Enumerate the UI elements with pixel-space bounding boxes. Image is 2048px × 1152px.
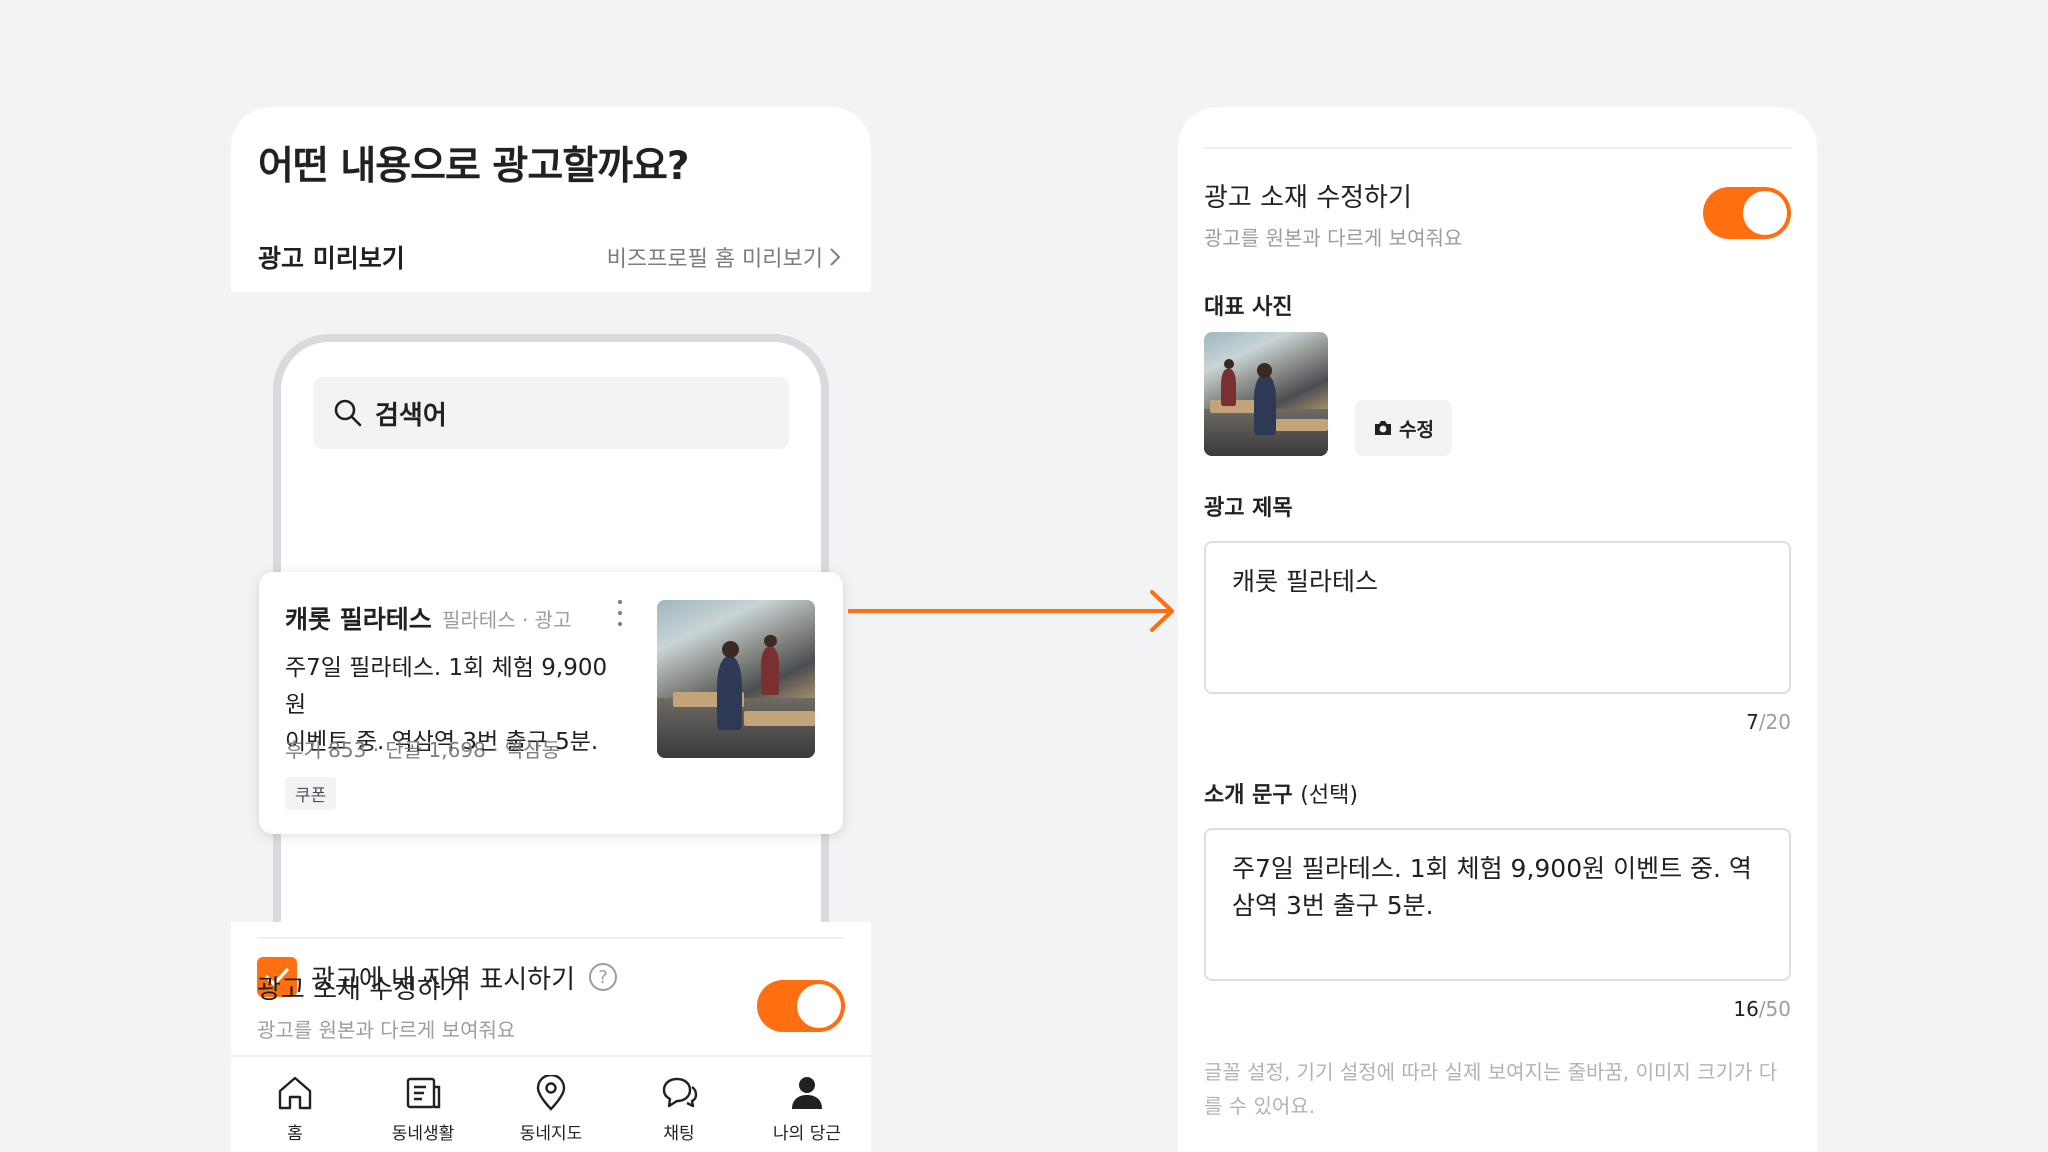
search-placeholder: 검색어: [375, 400, 447, 431]
edit-creative-row: 광고 소재 수정하기 광고를 원본과 다르게 보여줘요: [1204, 177, 1462, 251]
ad-title-input[interactable]: 캐롯 필라테스: [1204, 541, 1791, 694]
map-pin-icon: [536, 1075, 566, 1111]
ad-title-max: /20: [1758, 710, 1791, 734]
edit-creative-toggle[interactable]: [757, 980, 845, 1032]
help-icon[interactable]: ?: [589, 963, 617, 991]
edit-photo-button-label: 수정: [1399, 418, 1434, 441]
ad-category-meta: 필라테스 · 광고: [442, 608, 572, 632]
edit-creative-subtitle: 광고를 원본과 다르게 보여줘요: [1204, 226, 1463, 250]
bizprofile-preview-link[interactable]: 비즈프로필 홈 미리보기: [607, 241, 841, 273]
ad-business-name: 캐롯 필라테스: [285, 605, 432, 634]
main-photo-thumbnail: [1204, 332, 1328, 456]
intro-count: 16: [1733, 997, 1759, 1021]
line-break-notice: 글꼴 설정, 기기 설정에 따라 실제 보여지는 줄바꿈, 이미지 크기가 다를…: [1204, 1060, 1778, 1118]
tab-neighborhood-label: 동네생활: [391, 1124, 455, 1144]
intro-textarea[interactable]: 주7일 필라테스. 1회 체험 9,900원 이벤트 중. 역삼역 3번 출구 …: [1204, 828, 1791, 981]
tab-neighborhood[interactable]: 동네생활: [359, 1057, 487, 1152]
intro-optional-tag: (선택): [1300, 783, 1358, 808]
board-icon: [406, 1077, 441, 1109]
preview-label: 광고 미리보기: [258, 244, 405, 273]
ad-content-panel: 어떤 내용으로 광고할까요? 광고 미리보기 비즈프로필 홈 미리보기 검색어 …: [231, 107, 871, 1152]
ad-description-line-1: 주7일 필라테스. 1회 체험 9,900원: [285, 655, 608, 718]
tab-chat-label: 채팅: [663, 1124, 695, 1144]
edit-creative-title: 광고 소재 수정하기: [1204, 183, 1412, 213]
arrow-right-icon: [848, 590, 1174, 632]
ad-preview-card[interactable]: 캐롯 필라테스 필라테스 · 광고 주7일 필라테스. 1회 체험 9,900원…: [259, 572, 843, 834]
search-icon: [334, 399, 362, 427]
tab-chat[interactable]: 채팅: [615, 1057, 743, 1152]
bizprofile-preview-link-label: 비즈프로필 홈 미리보기: [606, 247, 823, 272]
main-photo-label: 대표 사진: [1204, 295, 1293, 320]
search-bar[interactable]: 검색어: [313, 377, 789, 449]
ad-title-count: 7: [1746, 710, 1759, 734]
profile-icon: [792, 1077, 822, 1109]
more-options-icon[interactable]: [611, 598, 629, 628]
tab-home[interactable]: 홈: [231, 1057, 359, 1152]
divider: [257, 937, 845, 939]
ad-thumbnail-image: [657, 600, 815, 758]
ad-title-label: 광고 제목: [1204, 496, 1293, 521]
edit-creative-row: 광고 소재 수정하기 광고를 원본과 다르게 보여줘요: [257, 969, 515, 1043]
intro-label-text: 소개 문구: [1204, 783, 1293, 808]
intro-counter: 16/50: [1733, 997, 1791, 1021]
tab-map-label: 동네지도: [519, 1124, 583, 1144]
ad-preview-area: 검색어 캐롯 필라테스 필라테스 · 광고 주7일 필라테스. 1회 체험 9,…: [231, 292, 871, 922]
tab-home-label: 홈: [287, 1124, 303, 1144]
coupon-badge: 쿠폰: [285, 777, 337, 810]
edit-photo-button[interactable]: 수정: [1355, 400, 1452, 456]
tab-map[interactable]: 동네지도: [487, 1057, 615, 1152]
intro-max: /50: [1758, 997, 1791, 1021]
ad-title-counter: 7/20: [1746, 710, 1791, 734]
chat-icon: [662, 1077, 698, 1108]
divider: [1204, 147, 1792, 149]
chevron-right-icon: [830, 248, 841, 266]
ad-edit-panel: 광고 소재 수정하기 광고를 원본과 다르게 보여줘요 대표 사진 수정 광고 …: [1178, 107, 1817, 1152]
edit-creative-subtitle: 광고를 원본과 다르게 보여줘요: [257, 1018, 516, 1042]
bottom-tab-bar: 홈 동네생활 동네지도 채팅 나의 당근: [231, 1055, 871, 1152]
camera-icon: [1375, 421, 1391, 435]
tab-my-karrot[interactable]: 나의 당근: [743, 1057, 871, 1152]
edit-creative-title: 광고 소재 수정하기: [257, 975, 465, 1005]
ad-stats: 후기 853 · 단골 1,698 · 역삼동: [285, 738, 561, 762]
home-icon: [278, 1076, 312, 1110]
tab-my-karrot-label: 나의 당근: [773, 1124, 841, 1144]
edit-creative-toggle[interactable]: [1703, 187, 1791, 239]
intro-label: 소개 문구 (선택): [1204, 777, 1358, 809]
page-title: 어떤 내용으로 광고할까요?: [258, 144, 689, 189]
